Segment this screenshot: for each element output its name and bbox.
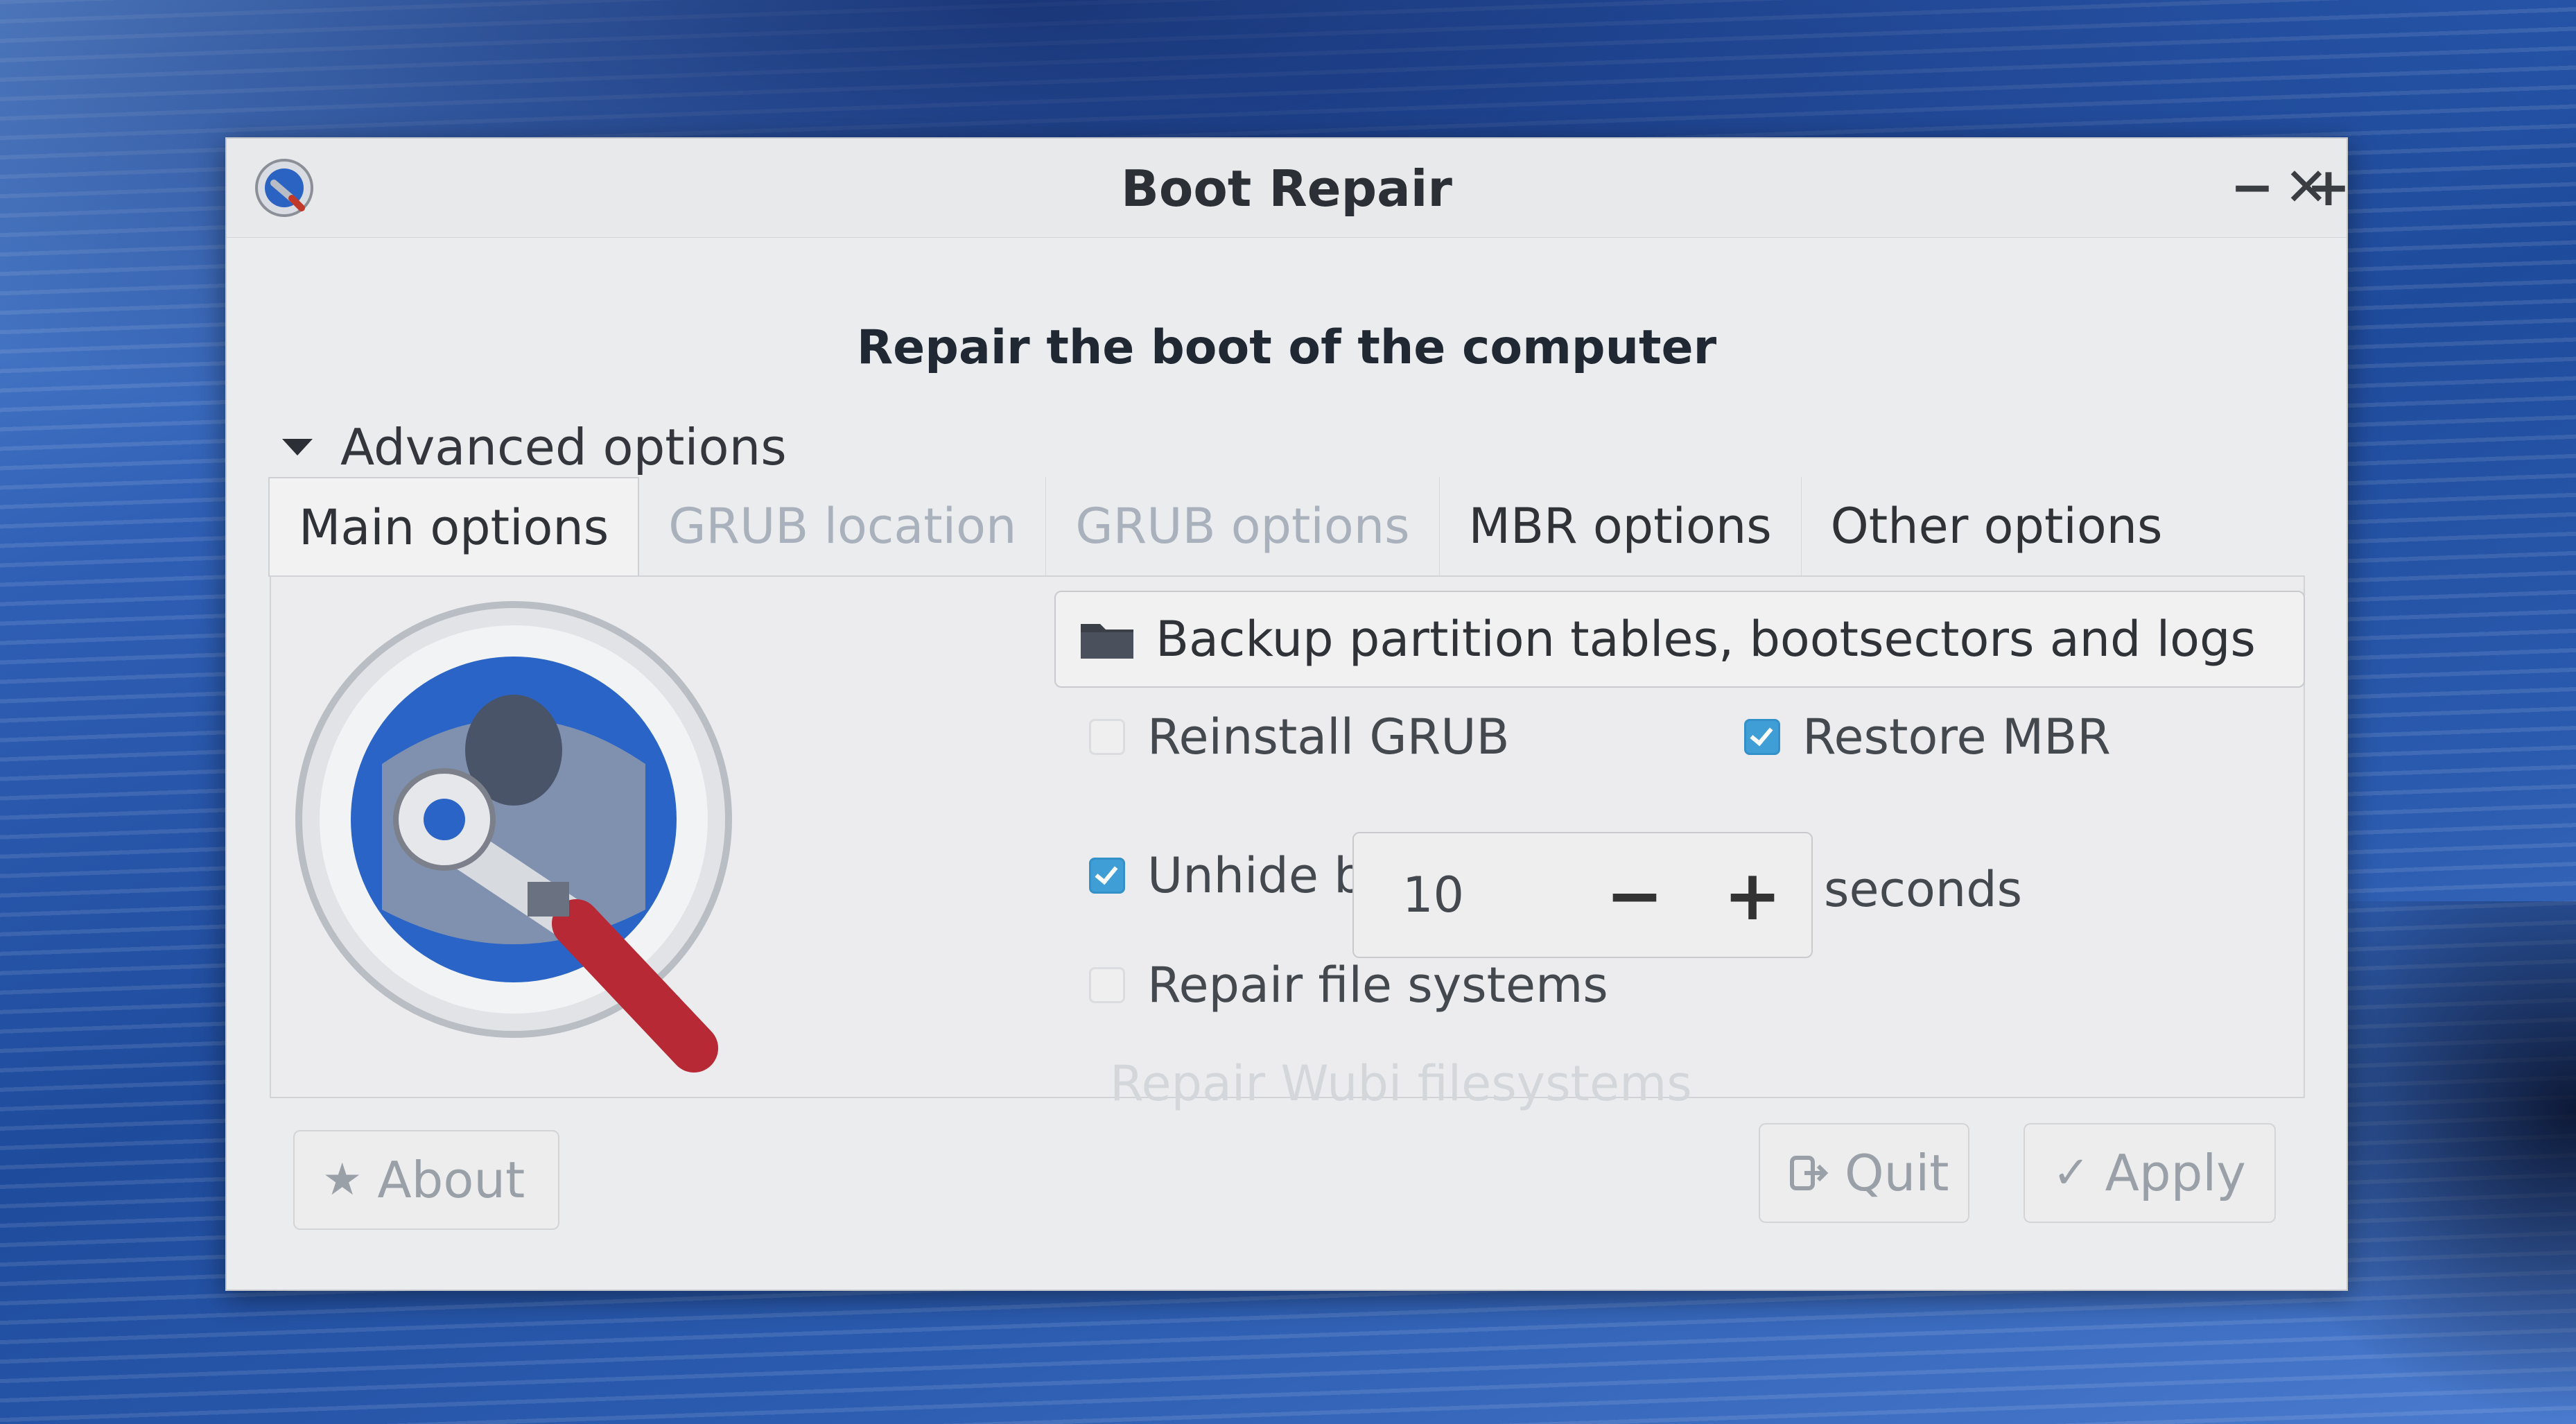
folder-icon bbox=[1081, 624, 1133, 659]
tab-other-options[interactable]: Other options bbox=[1802, 477, 2192, 575]
tab-main-options[interactable]: Main options bbox=[268, 477, 640, 577]
increment-button[interactable]: + bbox=[1694, 855, 1811, 936]
repair-file-systems-checkbox[interactable]: Repair file systems bbox=[1089, 957, 1608, 1014]
apply-label: Apply bbox=[2105, 1144, 2246, 1202]
tab-grub-options[interactable]: GRUB options bbox=[1046, 477, 1440, 575]
boot-repair-logo bbox=[295, 601, 732, 1073]
boot-menu-timeout-spinner[interactable]: 10 − + bbox=[1352, 832, 1813, 958]
checkbox-checked bbox=[1744, 719, 1780, 755]
close-button[interactable]: ✕ bbox=[2277, 158, 2335, 216]
triangle-down-icon bbox=[282, 439, 313, 455]
decrement-button[interactable]: − bbox=[1576, 855, 1694, 936]
window-title: Boot Repair bbox=[1121, 159, 1452, 218]
timeout-value[interactable]: 10 bbox=[1402, 867, 1576, 923]
expander-label: Advanced options bbox=[340, 418, 787, 476]
boot-repair-window: Boot Repair − + ✕ Repair the boot of the… bbox=[225, 137, 2351, 1291]
about-button[interactable]: ★ About bbox=[293, 1130, 559, 1230]
tab-grub-location[interactable]: GRUB location bbox=[639, 477, 1047, 575]
reinstall-grub-label: Reinstall GRUB bbox=[1147, 709, 1510, 765]
options-tabs: Main options GRUB location GRUB options … bbox=[268, 477, 2192, 577]
checkbox-checked bbox=[1089, 858, 1125, 894]
repair-file-systems-label: Repair file systems bbox=[1147, 957, 1608, 1014]
restore-mbr-label: Restore MBR bbox=[1802, 709, 2111, 765]
advanced-options-expander[interactable]: Advanced options bbox=[282, 416, 787, 478]
repair-wubi-label: Repair Wubi filesystems bbox=[1110, 1055, 1692, 1112]
apply-button[interactable]: ✓ Apply bbox=[2024, 1123, 2276, 1223]
quit-label: Quit bbox=[1845, 1144, 1949, 1202]
restore-mbr-checkbox[interactable]: Restore MBR bbox=[1744, 709, 2111, 765]
minimize-button[interactable]: − bbox=[2223, 158, 2281, 216]
title-bar[interactable]: Boot Repair − + bbox=[227, 139, 2351, 238]
checkbox-unchecked bbox=[1089, 719, 1125, 755]
quit-button[interactable]: Quit bbox=[1759, 1123, 1969, 1223]
checkbox-unchecked bbox=[1089, 967, 1125, 1003]
page-heading: Repair the boot of the computer bbox=[856, 320, 1717, 375]
timeout-unit-label: seconds bbox=[1824, 861, 2023, 918]
reinstall-grub-checkbox[interactable]: Reinstall GRUB bbox=[1089, 709, 1509, 765]
backup-button[interactable]: Backup partition tables, bootsectors and… bbox=[1054, 591, 2305, 688]
star-icon: ★ bbox=[322, 1154, 363, 1206]
tab-mbr-options[interactable]: MBR options bbox=[1440, 477, 1802, 575]
exit-icon bbox=[1790, 1156, 1829, 1190]
main-options-panel: Backup partition tables, bootsectors and… bbox=[270, 575, 2305, 1112]
checkmark-icon: ✓ bbox=[2053, 1147, 2090, 1199]
about-label: About bbox=[377, 1151, 525, 1209]
backup-button-label: Backup partition tables, bootsectors and… bbox=[1156, 611, 2256, 668]
